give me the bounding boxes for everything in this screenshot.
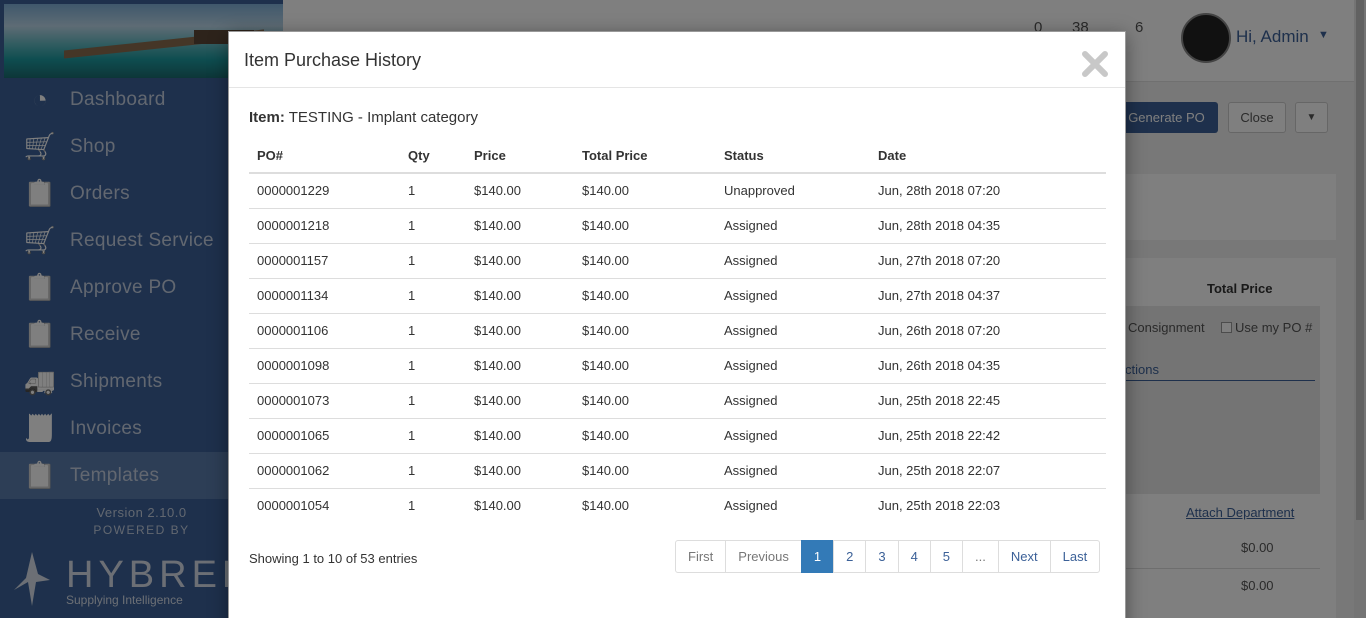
column-header-total-price[interactable]: Total Price — [574, 138, 716, 174]
cell-po-number: 0000001054 — [257, 498, 330, 514]
cell-total-price: $140.00 — [574, 208, 716, 244]
pagination-ellipsis: ... — [962, 540, 999, 573]
cell-date: Jun, 28th 2018 07:20 — [870, 173, 1106, 209]
cell-price: $140.00 — [466, 418, 574, 454]
table-row: 0000001062 1 $140.00 $140.00 Assigned Jun, 25… — [249, 453, 1106, 489]
cell-total-price: $140.00 — [574, 278, 716, 314]
cell-status: Assigned — [716, 383, 870, 419]
cell-date: Jun, 26th 2018 07:20 — [870, 313, 1106, 349]
cell-status: Unapproved — [716, 173, 870, 209]
cell-status: Assigned — [716, 313, 870, 349]
table-row: 0000001106 1 $140.00 $140.00 Assigned Jun, 26… — [249, 313, 1106, 349]
pagination-last[interactable]: Last — [1049, 540, 1101, 573]
cell-status: Assigned — [724, 498, 778, 514]
cell-price: $140.00 — [466, 278, 574, 314]
column-header-po[interactable]: PO# — [249, 138, 400, 174]
cell-date: Jun, 27th 2018 04:37 — [870, 278, 1106, 314]
cell-quantity: 1 — [408, 498, 416, 514]
purchase-history-table: PO# Qty Price Total Price Status Date 00… — [249, 138, 1106, 523]
cell-quantity: 1 — [400, 418, 466, 454]
cell-date: Jun, 28th 2018 04:35 — [870, 208, 1106, 244]
cell-po-number: 0000001065 — [249, 418, 400, 454]
pagination-first[interactable]: First — [675, 540, 727, 573]
cell-date: Jun, 26th 2018 04:35 — [870, 348, 1106, 384]
table-header-row: PO# Qty Price Total Price Status Date — [249, 138, 1106, 174]
cell-quantity: 1 — [400, 173, 466, 209]
cell-total-price: $140.00 — [574, 243, 716, 279]
modal-header: Item Purchase History — [229, 32, 1125, 88]
cell-po-number: 0000001106 — [249, 313, 400, 349]
table-row: 0000001229 1 $140.00 $140.00 Unapproved Jun, … — [249, 173, 1106, 209]
cell-status: Assigned — [716, 208, 870, 244]
pagination-page-5[interactable]: 5 — [929, 540, 964, 573]
table-row: 0000001073 1 $140.00 $140.00 Assigned Jun, 25… — [249, 383, 1106, 419]
column-header-price[interactable]: Price — [466, 138, 574, 174]
cell-date: Jun, 27th 2018 07:20 — [870, 243, 1106, 279]
cell-quantity: 1 — [400, 383, 466, 419]
cell-status: Assigned — [716, 278, 870, 314]
cell-price: $140.00 — [466, 243, 574, 279]
pagination-previous[interactable]: Previous — [725, 540, 802, 573]
pagination-page-4[interactable]: 4 — [897, 540, 931, 573]
cell-status: Assigned — [716, 418, 870, 454]
cell-price: $140.00 — [466, 208, 574, 244]
cell-po-number: 0000001218 — [249, 208, 400, 244]
cell-po-number: 0000001098 — [249, 348, 400, 384]
cell-price: $140.00 — [474, 498, 521, 514]
cell-po-number: 0000001073 — [249, 383, 400, 419]
cell-quantity: 1 — [400, 243, 466, 279]
cell-quantity: 1 — [400, 313, 466, 349]
cell-po-number: 0000001229 — [249, 173, 400, 209]
cell-price: $140.00 — [466, 173, 574, 209]
cell-status: Assigned — [716, 243, 870, 279]
cell-total-price: $140.00 — [574, 453, 716, 489]
item-info: Item: TESTING - Implant category — [249, 109, 478, 126]
close-icon[interactable] — [1080, 49, 1110, 79]
item-label: Item: — [249, 109, 285, 126]
table-row: 0000001134 1 $140.00 $140.00 Assigned Jun, 27… — [249, 278, 1106, 314]
cell-date: Jun, 25th 2018 22:45 — [870, 383, 1106, 419]
cell-quantity: 1 — [400, 278, 466, 314]
cell-price: $140.00 — [466, 348, 574, 384]
cell-total-price: $140.00 — [574, 418, 716, 454]
cell-total-price: $140.00 — [574, 348, 716, 384]
table-row: 0000001157 1 $140.00 $140.00 Assigned Jun, 27… — [249, 243, 1106, 279]
cell-quantity: 1 — [400, 208, 466, 244]
item-name: TESTING - Implant category — [288, 109, 478, 126]
cell-price: $140.00 — [466, 313, 574, 349]
cell-date: Jun, 25th 2018 22:07 — [870, 453, 1106, 489]
column-header-qty[interactable]: Qty — [400, 138, 466, 174]
cell-po-number: 0000001134 — [249, 278, 400, 314]
cell-quantity: 1 — [400, 453, 466, 489]
pagination-page-1[interactable]: 1 — [800, 540, 835, 573]
cell-total-price: $140.00 — [574, 383, 716, 419]
entries-info: Showing 1 to 10 of 53 entries — [249, 551, 418, 566]
item-purchase-history-modal: Item Purchase History Item: TESTING - Im… — [228, 31, 1126, 618]
pagination: First Previous 1 2 3 4 5 ... Next Last — [675, 540, 1101, 573]
column-header-status[interactable]: Status — [716, 138, 870, 174]
pagination-page-3[interactable]: 3 — [865, 540, 899, 573]
modal-title: Item Purchase History — [244, 50, 422, 70]
cell-status: Assigned — [716, 453, 870, 489]
table-row: 0000001054 1 $140.00 $140.00 Assigned Jun, 25… — [249, 488, 1106, 523]
pagination-next[interactable]: Next — [997, 540, 1051, 573]
cell-quantity: 1 — [400, 348, 466, 384]
cell-status: Assigned — [716, 348, 870, 384]
table-row: 0000001098 1 $140.00 $140.00 Assigned Jun, 26… — [249, 348, 1106, 384]
cell-total-price: $140.00 — [574, 173, 716, 209]
cell-date: Jun, 25th 2018 22:42 — [870, 418, 1106, 454]
table-row: 0000001218 1 $140.00 $140.00 Assigned Jun, 28… — [249, 208, 1106, 244]
pagination-page-2[interactable]: 2 — [833, 540, 867, 573]
cell-price: $140.00 — [466, 383, 574, 419]
cell-date: Jun, 25th 2018 22:03 — [878, 498, 1001, 514]
cell-total-price: $140.00 — [574, 313, 716, 349]
cell-price: $140.00 — [466, 453, 574, 489]
column-header-date[interactable]: Date — [870, 138, 1106, 174]
cell-po-number: 0000001157 — [249, 243, 400, 279]
cell-total-price: $140.00 — [582, 498, 629, 514]
table-row: 0000001065 1 $140.00 $140.00 Assigned Jun, 25… — [249, 418, 1106, 454]
cell-po-number: 0000001062 — [249, 453, 400, 489]
